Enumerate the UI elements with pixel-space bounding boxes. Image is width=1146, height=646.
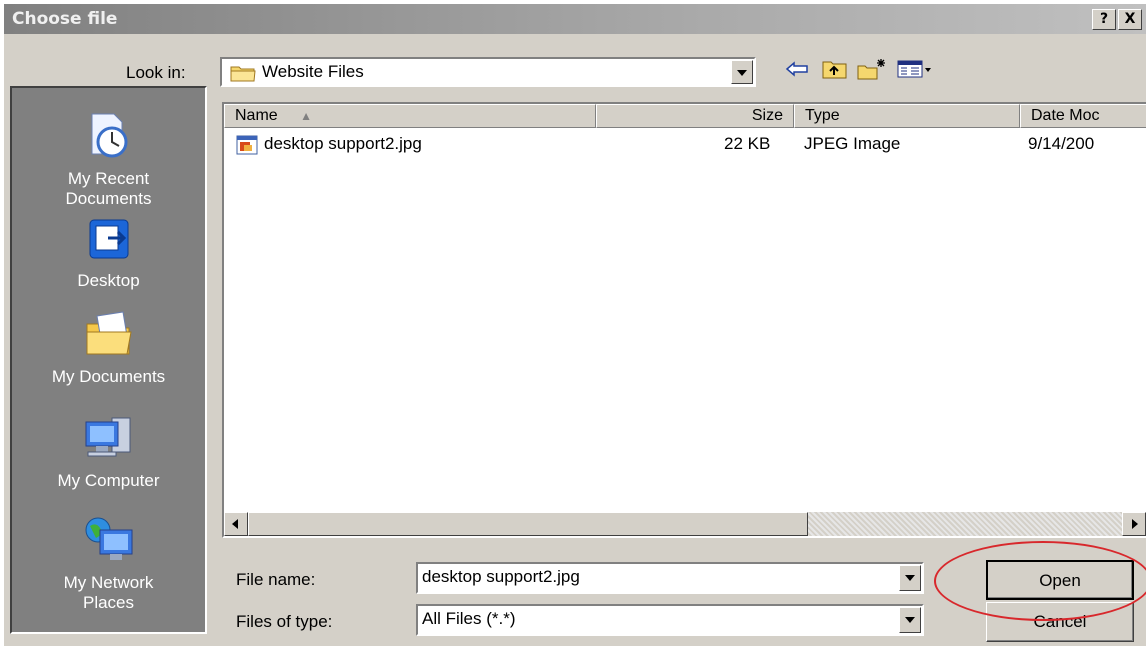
place-label: My Recent	[67, 169, 150, 188]
file-name-combo[interactable]: desktop support2.jpg	[416, 562, 924, 594]
arrow-right-icon	[1132, 519, 1138, 529]
cancel-button[interactable]: Cancel	[986, 602, 1134, 642]
place-label: Desktop	[77, 271, 140, 290]
arrow-left-icon	[232, 519, 238, 529]
open-button[interactable]: Open	[986, 560, 1134, 600]
column-header-size[interactable]: Size	[596, 104, 794, 128]
choose-file-dialog: Choose file ? X Look in: Website Files M…	[2, 2, 1146, 646]
my-documents-icon	[12, 310, 205, 363]
chevron-down-icon	[905, 575, 915, 581]
dialog-title: Choose file	[12, 9, 118, 29]
place-network-places[interactable]: My Network Places	[12, 516, 205, 613]
back-arrow-icon[interactable]	[782, 54, 812, 84]
place-desktop[interactable]: Desktop	[12, 216, 205, 291]
look-in-combo[interactable]: Website Files	[220, 57, 756, 87]
scroll-right-button[interactable]	[1122, 512, 1146, 536]
file-type-label: Files of type:	[236, 612, 333, 631]
place-label: My Computer	[57, 471, 160, 490]
file-size-cell: 22 KB	[724, 134, 771, 153]
look-in-label: Look in:	[126, 63, 186, 82]
close-button[interactable]: X	[1118, 9, 1142, 30]
list-body	[224, 128, 594, 512]
sort-ascending-icon: ▲	[300, 109, 313, 123]
look-in-value: Website Files	[262, 62, 364, 81]
place-recent-documents[interactable]: My Recent Documents	[12, 110, 205, 209]
place-my-documents[interactable]: My Documents	[12, 310, 205, 387]
up-folder-icon[interactable]	[820, 54, 850, 84]
desktop-icon	[12, 216, 205, 267]
chevron-down-icon	[737, 70, 747, 76]
new-folder-icon[interactable]	[856, 54, 888, 84]
folder-icon	[230, 63, 256, 88]
column-header-type[interactable]: Type	[794, 104, 1020, 128]
list-body-right	[594, 128, 1146, 512]
places-bar: My Recent Documents Desktop My Documents…	[10, 86, 207, 634]
views-menu-icon[interactable]	[896, 54, 936, 84]
scroll-left-button[interactable]	[224, 512, 248, 536]
file-list[interactable]: Name ▲ Size Type Date Moc desktop suppor…	[222, 102, 1146, 538]
file-name-label: File name:	[236, 570, 316, 589]
scroll-thumb[interactable]	[248, 512, 808, 536]
place-label: Places	[82, 593, 135, 612]
title-bar: Choose file ? X	[4, 4, 1146, 34]
file-name-input[interactable]: desktop support2.jpg	[422, 567, 580, 587]
look-in-dropdown-button[interactable]	[731, 60, 753, 84]
file-name-cell: desktop support2.jpg	[264, 134, 422, 153]
file-type-cell: JPEG Image	[804, 134, 901, 153]
file-date-cell: 9/14/200	[1028, 134, 1095, 153]
column-header-date[interactable]: Date Moc	[1020, 104, 1146, 128]
file-type-dropdown-button[interactable]	[899, 607, 921, 633]
column-header-name[interactable]: Name ▲	[224, 104, 596, 128]
file-type-combo[interactable]: All Files (*.*)	[416, 604, 924, 636]
chevron-down-icon	[905, 617, 915, 623]
file-type-value: All Files (*.*)	[422, 609, 516, 628]
place-label: My Network	[63, 573, 154, 592]
recent-documents-icon	[12, 110, 205, 165]
my-computer-icon	[12, 414, 205, 467]
place-my-computer[interactable]: My Computer	[12, 414, 205, 491]
jpeg-file-icon	[236, 134, 258, 161]
help-button[interactable]: ?	[1092, 9, 1116, 30]
column-name-label: Name	[235, 107, 278, 124]
place-label: My Documents	[51, 367, 166, 386]
horizontal-scrollbar[interactable]	[224, 512, 1146, 536]
place-label: Documents	[65, 189, 152, 208]
network-places-icon	[12, 516, 205, 569]
file-name-dropdown-button[interactable]	[899, 565, 921, 591]
